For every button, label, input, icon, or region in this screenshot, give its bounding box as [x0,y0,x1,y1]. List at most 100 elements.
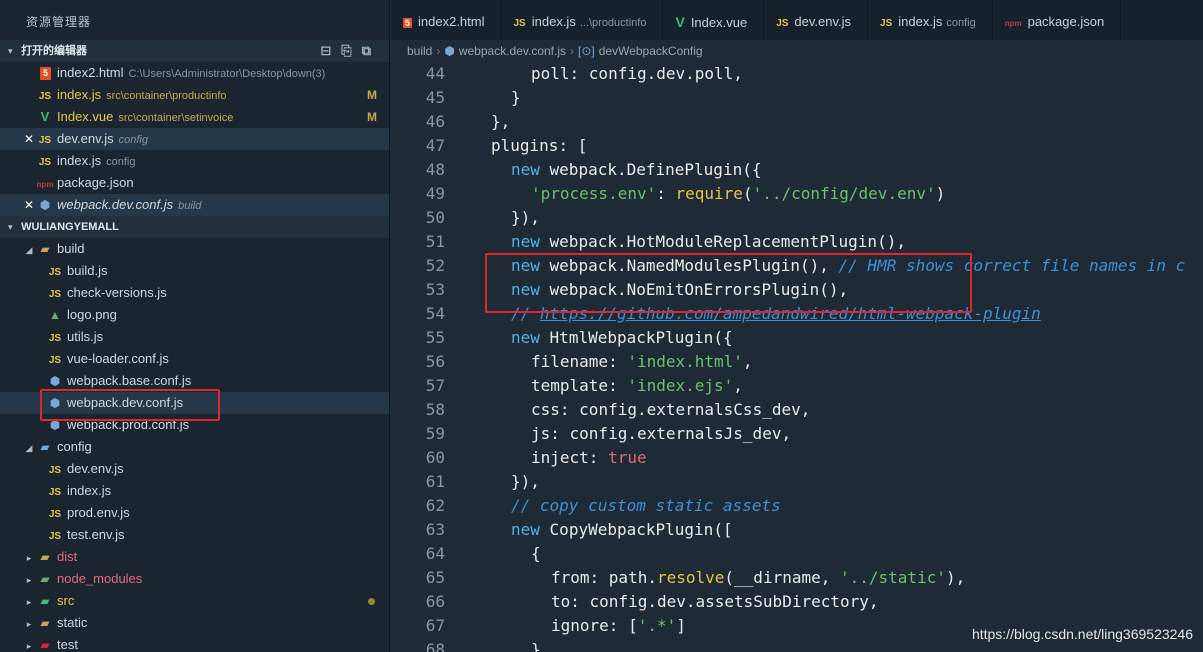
chevron-right-icon: ▸ [26,575,32,585]
open-editors-actions: ⊟⎘⧉ [320,40,381,62]
js-icon: JS [48,487,62,498]
folder-config[interactable]: ◢ ▰ config [0,436,389,458]
code-line: 65 from: path.resolve(__dirname, '../stat… [425,568,966,587]
project-header[interactable]: ▾ WULIANGYEMALL [0,216,389,238]
folder-test[interactable]: ▸ ▰ test [0,634,389,652]
js-icon: JS [48,289,62,300]
folder-static[interactable]: ▸ ▰ static [0,612,389,634]
modified-badge: M [367,110,377,124]
open-editor-item[interactable]: ✕ JS dev.env.js config [0,128,389,150]
chevron-right-icon: ▸ [26,553,32,563]
folder-icon: ▰ [40,616,50,630]
js-icon: JS [38,157,52,168]
save-all-icon[interactable]: ⎘ [341,43,361,58]
tree-file[interactable]: JS vue-loader.conf.js [0,348,389,370]
tree-file[interactable]: ⬢ webpack.prod.conf.js [0,414,389,436]
chevron-down-icon: ▾ [8,222,13,232]
code-line: 61}), [425,472,540,491]
new-untitled-icon[interactable]: ⊟ [320,43,341,58]
watermark: https://blog.csdn.net/ling369523246 [971,626,1193,642]
tree-file[interactable]: ▲ logo.png [0,304,389,326]
close-icon[interactable]: ✕ [22,194,36,216]
editor-area: 5 index2.html JS index.js ...\productinfo V In… [391,0,1203,652]
tab-package-json[interactable]: npm package.json [993,0,1122,40]
chevron-right-icon: ▸ [26,597,32,607]
chevron-right-icon: › [436,44,441,58]
open-editor-item[interactable]: 5 index2.html C:\Users\Administrator\Deskt… [0,62,389,84]
code-line: 56 filename: 'index.html', [425,352,753,371]
chevron-down-icon: ◢ [25,245,33,255]
breadcrumb-symbol[interactable]: devWebpackConfig [599,44,703,58]
tab-index2-html[interactable]: 5 index2.html [391,0,502,40]
folder-build[interactable]: ◢ ▰ build [0,238,389,260]
code-line: 46}, [425,112,511,131]
vue-icon: V [40,109,50,124]
folder-node-modules[interactable]: ▸ ▰ node_modules [0,568,389,590]
modified-badge: M [367,88,377,102]
chevron-down-icon: ▾ [8,46,13,56]
tab-index-js-config[interactable]: JS index.js config [868,0,993,40]
js-icon: JS [48,267,62,278]
js-icon: JS [48,531,62,542]
html5-icon: 5 [40,67,51,81]
webpack-icon: ⬢ [49,374,61,388]
breadcrumb: build › ⬢ webpack.dev.conf.js › [⊙] devWebpack… [391,40,1203,62]
code-line: 55 new HtmlWebpackPlugin({ [425,328,733,347]
js-icon: JS [38,135,52,146]
html5-icon: 5 [403,18,413,28]
code-line: 62// copy custom static assets [425,496,781,515]
code-line: 66 to: config.dev.assetsSubDirectory, [425,592,879,611]
tree-file[interactable]: JS build.js [0,260,389,282]
code-line: 59 js: config.externalsJs_dev, [425,424,792,443]
symbol-variable-icon: [⊙] [578,44,595,58]
webpack-icon: ⬢ [39,198,51,212]
tab-index-js-productinfo[interactable]: JS index.js ...\productinfo [502,0,664,40]
code-line: 63 new CopyWebpackPlugin([ [425,520,733,539]
webpack-icon: ⬢ [49,396,61,410]
modified-dot-icon [368,598,375,605]
close-all-icon[interactable]: ⧉ [362,43,381,58]
close-icon[interactable]: ✕ [22,128,36,150]
open-editors-header[interactable]: ▾ 打开的编辑器 ⊟⎘⧉ [0,40,389,62]
image-icon: ▲ [49,308,61,322]
vue-icon: V [675,14,685,30]
chevron-down-icon: ◢ [25,443,33,453]
code-line: 52 new webpack.NamedModulesPlugin(), // H… [425,256,1186,275]
open-editor-item[interactable]: npm package.json [0,172,389,194]
tree-file-selected[interactable]: ⬢ webpack.dev.conf.js [0,392,389,414]
tree-file[interactable]: JS prod.env.js [0,502,389,524]
tree-file[interactable]: ⬢ webpack.base.conf.js [0,370,389,392]
js-icon: JS [48,509,62,520]
open-editor-item[interactable]: V Index.vue src\container\setinvoice M [0,106,389,128]
breadcrumb-folder[interactable]: build [407,44,432,58]
open-editor-item[interactable]: JS index.js src\container\productinfo M [0,84,389,106]
folder-open-icon: ▰ [40,242,50,256]
open-editor-item[interactable]: ✕ ⬢ webpack.dev.conf.js build [0,194,389,216]
tree-file[interactable]: JS dev.env.js [0,458,389,480]
npm-icon: npm [1004,19,1022,28]
open-editor-item[interactable]: JS index.js config [0,150,389,172]
editor-tabs: 5 index2.html JS index.js ...\productinfo V In… [391,0,1203,40]
tree-file[interactable]: JS test.env.js [0,524,389,546]
code-line: 54// https://github.com/ampedandwired/ht… [425,304,1041,323]
code-editor[interactable]: 44 poll: config.dev.poll, 45} 46}, 47 plug… [391,62,1203,652]
npm-icon: npm [36,180,54,189]
code-line: 57 template: 'index.ejs', [425,376,743,395]
tree-file[interactable]: JS index.js [0,480,389,502]
tab-dev-env-js[interactable]: JS dev.env.js [764,0,869,40]
folder-src[interactable]: ▸ ▰ src [0,590,389,612]
folder-config-icon: ▰ [40,440,50,454]
code-line: 58 css: config.externalsCss_dev, [425,400,811,419]
folder-dist[interactable]: ▸ ▰ dist [0,546,389,568]
code-line: 51 new webpack.HotModuleReplacementPlugin… [425,232,906,251]
webpack-icon: ⬢ [444,44,455,58]
project-label: WULIANGYEMALL [21,221,119,233]
open-editors-label: 打开的编辑器 [21,45,88,57]
folder-node-icon: ▰ [40,572,50,586]
code-line: 53 new webpack.NoEmitOnErrorsPlugin(), [425,280,849,299]
tree-file[interactable]: JS utils.js [0,326,389,348]
breadcrumb-file[interactable]: webpack.dev.conf.js [459,44,566,58]
tree-file[interactable]: JS check-versions.js [0,282,389,304]
tab-index-vue[interactable]: V Index.vue [663,0,765,40]
chevron-right-icon: › [570,44,575,58]
